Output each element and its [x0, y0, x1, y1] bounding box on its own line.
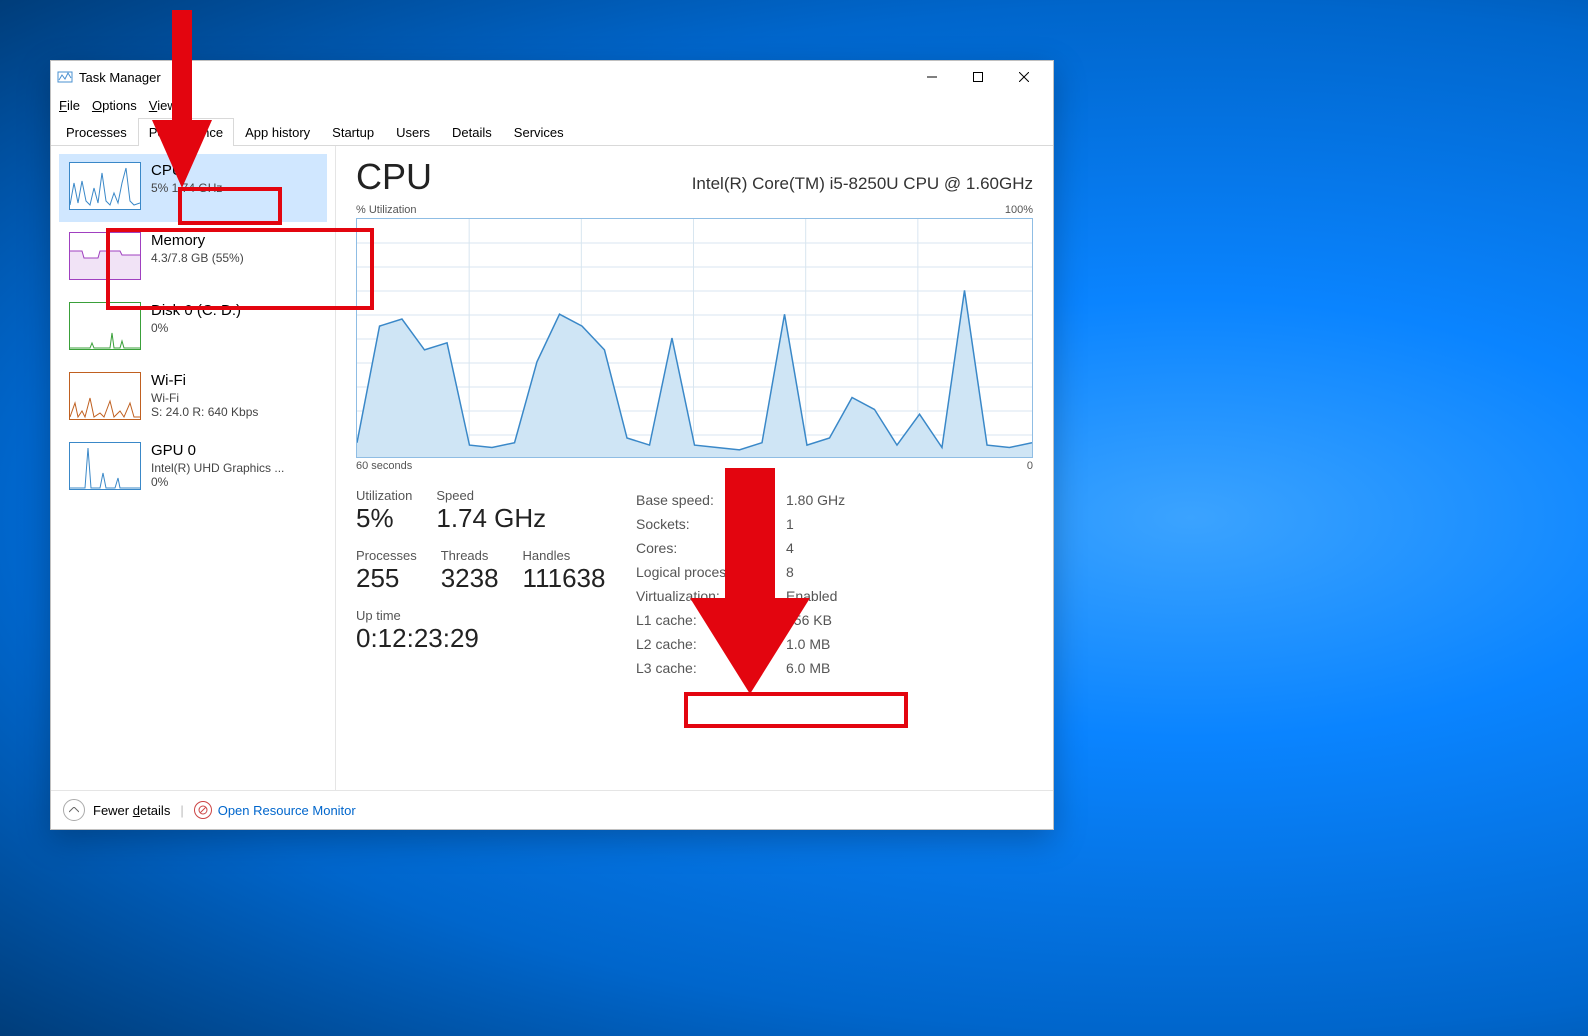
tab-processes[interactable]: Processes — [55, 118, 138, 146]
window-title: Task Manager — [79, 70, 161, 85]
processes-label: Processes — [356, 548, 417, 563]
chart-label-60s: 60 seconds — [356, 460, 412, 472]
spec-cores: Cores:4 — [636, 536, 1033, 560]
sidebar-item-cpu[interactable]: CPU 5% 1.74 GHz — [59, 154, 327, 222]
cpu-utilization-chart — [356, 218, 1033, 458]
uptime-value: 0:12:23:29 — [356, 623, 636, 654]
cpu-panel: CPU Intel(R) Core(TM) i5-8250U CPU @ 1.6… — [336, 146, 1053, 790]
utilization-label: Utilization — [356, 488, 412, 503]
handles-label: Handles — [523, 548, 606, 563]
fewer-details-link[interactable]: Fewer details — [93, 803, 170, 818]
gpu-thumb — [69, 442, 141, 490]
desktop: Task Manager File Options View Proce — [0, 0, 1588, 1036]
tab-users[interactable]: Users — [385, 118, 441, 146]
separator: | — [180, 803, 183, 818]
handles-value: 111638 — [523, 563, 606, 594]
menu-view[interactable]: View — [149, 98, 177, 113]
sidebar-gpu-sub2: 0% — [151, 475, 284, 489]
menu-file[interactable]: File — [59, 98, 80, 113]
sidebar-disk-sub: 0% — [151, 321, 241, 335]
spec-sockets: Sockets:1 — [636, 512, 1033, 536]
spec-l2-cache: L2 cache:1.0 MB — [636, 632, 1033, 656]
cpu-thumb — [69, 162, 141, 210]
tab-startup[interactable]: Startup — [321, 118, 385, 146]
sidebar-wifi-sub1: Wi-Fi — [151, 391, 258, 405]
menubar: File Options View — [51, 93, 1053, 117]
content-area: CPU 5% 1.74 GHz Memory 4.3/7.8 GB (55%) — [51, 146, 1053, 790]
maximize-icon — [973, 72, 983, 82]
disk-thumb — [69, 302, 141, 350]
spec-base-speed: Base speed:1.80 GHz — [636, 488, 1033, 512]
processes-value: 255 — [356, 563, 417, 594]
task-manager-icon — [57, 69, 73, 85]
close-icon — [1019, 72, 1029, 82]
open-resource-monitor-link[interactable]: Open Resource Monitor — [218, 803, 356, 818]
cpu-chip-name: Intel(R) Core(TM) i5-8250U CPU @ 1.60GHz — [692, 174, 1033, 194]
minimize-button[interactable] — [909, 61, 955, 93]
cpu-stats: Utilization 5% Speed 1.74 GHz Processes — [356, 488, 1033, 680]
tab-app-history[interactable]: App history — [234, 118, 321, 146]
spec-virtualization: Virtualization:Enabled — [636, 584, 1033, 608]
spec-l1-cache: L1 cache:256 KB — [636, 608, 1033, 632]
threads-label: Threads — [441, 548, 499, 563]
menu-options[interactable]: Options — [92, 98, 137, 113]
tab-details[interactable]: Details — [441, 118, 503, 146]
close-button[interactable] — [1001, 61, 1047, 93]
sidebar-cpu-title: CPU — [151, 162, 222, 179]
tabbar: Processes Performance App history Startu… — [51, 117, 1053, 146]
speed-label: Speed — [436, 488, 546, 503]
titlebar[interactable]: Task Manager — [51, 61, 1053, 93]
tab-performance[interactable]: Performance — [138, 118, 234, 146]
speed-value: 1.74 GHz — [436, 503, 546, 534]
task-manager-window: Task Manager File Options View Proce — [50, 60, 1054, 830]
footer: Fewer details | Open Resource Monitor — [51, 790, 1053, 829]
chart-label-0: 0 — [1027, 460, 1033, 472]
uptime-label: Up time — [356, 608, 636, 623]
spec-l3-cache: L3 cache:6.0 MB — [636, 656, 1033, 680]
performance-sidebar: CPU 5% 1.74 GHz Memory 4.3/7.8 GB (55%) — [51, 146, 336, 790]
sidebar-item-gpu[interactable]: GPU 0 Intel(R) UHD Graphics ... 0% — [59, 434, 327, 502]
threads-value: 3238 — [441, 563, 499, 594]
sidebar-memory-sub: 4.3/7.8 GB (55%) — [151, 251, 244, 265]
sidebar-memory-title: Memory — [151, 232, 244, 249]
chart-label-100: 100% — [1005, 204, 1033, 216]
sidebar-wifi-title: Wi-Fi — [151, 372, 258, 389]
sidebar-item-disk[interactable]: Disk 0 (C: D:) 0% — [59, 294, 327, 362]
tab-services[interactable]: Services — [503, 118, 575, 146]
cpu-title: CPU — [356, 156, 432, 198]
memory-thumb — [69, 232, 141, 280]
minimize-icon — [927, 72, 937, 82]
sidebar-item-memory[interactable]: Memory 4.3/7.8 GB (55%) — [59, 224, 327, 292]
window-controls — [909, 61, 1047, 93]
wifi-thumb — [69, 372, 141, 420]
maximize-button[interactable] — [955, 61, 1001, 93]
sidebar-gpu-sub1: Intel(R) UHD Graphics ... — [151, 461, 284, 475]
resource-monitor-icon — [194, 801, 212, 819]
sidebar-wifi-sub2: S: 24.0 R: 640 Kbps — [151, 405, 258, 419]
chevron-up-icon[interactable] — [63, 799, 85, 821]
sidebar-gpu-title: GPU 0 — [151, 442, 284, 459]
utilization-value: 5% — [356, 503, 412, 534]
sidebar-disk-title: Disk 0 (C: D:) — [151, 302, 241, 319]
sidebar-cpu-sub: 5% 1.74 GHz — [151, 181, 222, 195]
sidebar-item-wifi[interactable]: Wi-Fi Wi-Fi S: 24.0 R: 640 Kbps — [59, 364, 327, 432]
spec-logical-processors: Logical processors:8 — [636, 560, 1033, 584]
chart-label-utilization: % Utilization — [356, 204, 417, 216]
